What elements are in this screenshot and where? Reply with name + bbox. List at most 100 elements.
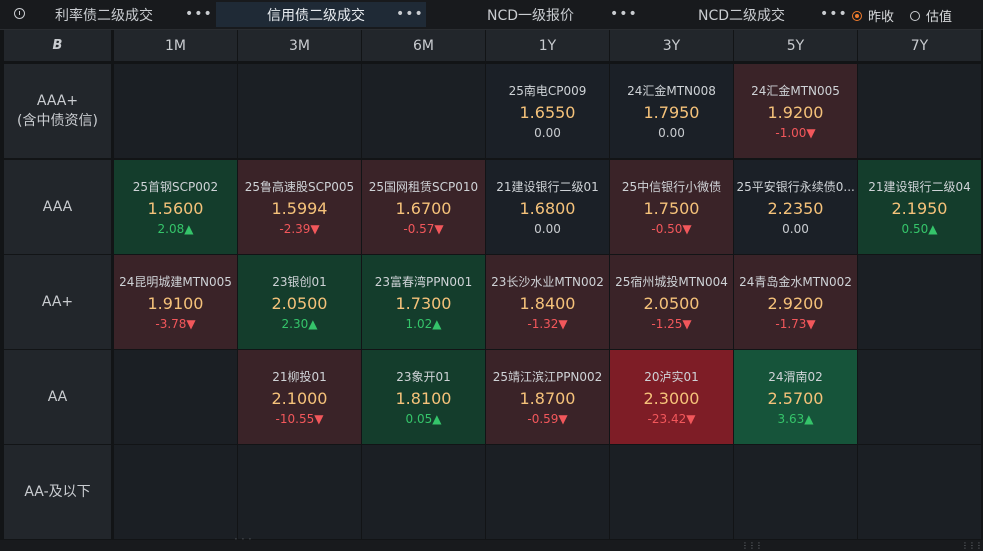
radio-prev-close-label[interactable]: 昨收 bbox=[868, 6, 894, 25]
row-header: AAA bbox=[4, 160, 111, 254]
bond-change: 0.00 bbox=[534, 222, 561, 236]
bond-cell[interactable]: 20泸实01 2.3000 -23.42▼ bbox=[610, 350, 733, 444]
bond-yield: 2.0500 bbox=[643, 294, 700, 313]
bond-name: 24青岛金水MTN002 bbox=[739, 275, 852, 289]
empty-cell bbox=[734, 445, 857, 539]
column-header-3y: 3Y bbox=[610, 30, 733, 61]
empty-cell bbox=[486, 445, 609, 539]
bond-yield: 2.9200 bbox=[767, 294, 824, 313]
bond-yield: 1.6550 bbox=[519, 103, 576, 122]
empty-cell bbox=[858, 64, 981, 158]
bond-cell[interactable]: 23长沙水业MTN002 1.8400 -1.32▼ bbox=[486, 255, 609, 349]
empty-cell bbox=[858, 445, 981, 539]
info-icon[interactable] bbox=[14, 8, 25, 19]
bond-cell[interactable]: 25宿州城投MTN004 2.0500 -1.25▼ bbox=[610, 255, 733, 349]
more-options-icon[interactable]: ••• bbox=[185, 6, 213, 22]
bond-name: 23银创01 bbox=[272, 275, 327, 289]
bond-change: -1.32▼ bbox=[527, 317, 568, 331]
bond-cell[interactable]: 25中信银行小微债 1.7500 -0.50▼ bbox=[610, 160, 733, 254]
empty-cell bbox=[858, 255, 981, 349]
bond-yield: 1.6700 bbox=[395, 199, 452, 218]
radio-valuation-label[interactable]: 估值 bbox=[926, 6, 952, 25]
bond-change: 0.00 bbox=[782, 222, 809, 236]
more-options-icon[interactable]: ••• bbox=[820, 6, 848, 22]
bond-name: 24渭南02 bbox=[768, 370, 823, 384]
bond-change: 0.05▲ bbox=[405, 412, 442, 426]
bond-yield: 2.1950 bbox=[891, 199, 948, 218]
row-header: AAA+ (含中债资信) bbox=[4, 64, 111, 158]
bond-name: 24汇金MTN008 bbox=[627, 84, 716, 98]
bond-cell[interactable]: 21建设银行二级01 1.6800 0.00 bbox=[486, 160, 609, 254]
empty-cell bbox=[114, 350, 237, 444]
tab-ncd-primary-quote[interactable]: NCD一级报价 ••• bbox=[487, 2, 637, 27]
bond-change: 0.00 bbox=[658, 126, 685, 140]
tab-label: NCD二级成交 bbox=[698, 7, 786, 24]
row-header-label: AA bbox=[47, 389, 68, 405]
bond-cell[interactable]: 24汇金MTN008 1.7950 0.00 bbox=[610, 64, 733, 158]
column-resize-handle[interactable]: ⋮⋮⋮ bbox=[741, 541, 763, 550]
row-header-label: AAA+ bbox=[36, 93, 79, 109]
bond-yield: 1.8700 bbox=[519, 389, 576, 408]
bond-change: -1.00▼ bbox=[775, 126, 816, 140]
bond-cell[interactable]: 25国网租赁SCP010 1.6700 -0.57▼ bbox=[362, 160, 485, 254]
bond-cell[interactable]: 21建设银行二级04 2.1950 0.50▲ bbox=[858, 160, 981, 254]
bond-yield: 1.5994 bbox=[271, 199, 328, 218]
empty-cell bbox=[114, 64, 237, 158]
bond-cell[interactable]: 24渭南02 2.5700 3.63▲ bbox=[734, 350, 857, 444]
bond-yield: 2.2350 bbox=[767, 199, 824, 218]
bond-change: 1.02▲ bbox=[405, 317, 442, 331]
bond-cell[interactable]: 25鲁高速股SCP005 1.5994 -2.39▼ bbox=[238, 160, 361, 254]
bond-name: 24汇金MTN005 bbox=[751, 84, 840, 98]
column-header-5y: 5Y bbox=[734, 30, 857, 61]
empty-cell bbox=[362, 445, 485, 539]
tab-label: NCD一级报价 bbox=[487, 7, 575, 24]
bond-change: 0.50▲ bbox=[901, 222, 938, 236]
bond-cell[interactable]: 25靖江滨江PPN002 1.8700 -0.59▼ bbox=[486, 350, 609, 444]
bond-change: -2.39▼ bbox=[279, 222, 320, 236]
more-options-icon[interactable]: ••• bbox=[610, 6, 638, 22]
tab-bar: 利率债二级成交 ••• 信用债二级成交 ••• NCD一级报价 ••• NCD二… bbox=[0, 0, 983, 30]
row-header-label: AA-及以下 bbox=[24, 484, 91, 500]
bond-name: 21柳投01 bbox=[272, 370, 327, 384]
bond-name: 23富春湾PPN001 bbox=[374, 275, 473, 289]
bond-name: 20泸实01 bbox=[644, 370, 699, 384]
bond-change: 0.00 bbox=[534, 126, 561, 140]
bond-yield: 1.9200 bbox=[767, 103, 824, 122]
bond-name: 21建设银行二级04 bbox=[868, 180, 971, 194]
bond-cell[interactable]: 21柳投01 2.1000 -10.55▼ bbox=[238, 350, 361, 444]
tab-credit-bond-secondary[interactable]: 信用债二级成交 ••• bbox=[216, 2, 426, 27]
bond-cell[interactable]: 24汇金MTN005 1.9200 -1.00▼ bbox=[734, 64, 857, 158]
row-header-sublabel: (含中债资信) bbox=[17, 113, 98, 129]
column-header-7y: 7Y bbox=[858, 30, 981, 61]
bond-change: -10.55▼ bbox=[275, 412, 324, 426]
radio-prev-close[interactable] bbox=[852, 10, 862, 21]
row-header-label: AA+ bbox=[41, 294, 74, 310]
empty-cell bbox=[610, 445, 733, 539]
empty-cell bbox=[362, 64, 485, 158]
tab-rate-bond-secondary[interactable]: 利率债二级成交 ••• bbox=[55, 2, 215, 27]
column-resize-handle-right[interactable]: ⋮⋮⋮ bbox=[961, 541, 983, 550]
empty-cell bbox=[858, 350, 981, 444]
tab-ncd-secondary[interactable]: NCD二级成交 ••• bbox=[698, 2, 847, 27]
row-header: AA-及以下 bbox=[4, 445, 111, 539]
empty-cell bbox=[238, 64, 361, 158]
bond-cell[interactable]: 25南电CP009 1.6550 0.00 bbox=[486, 64, 609, 158]
bond-name: 25平安银行永续债0... bbox=[736, 180, 855, 194]
column-header-1m: 1M bbox=[114, 30, 237, 61]
bond-cell[interactable]: 23银创01 2.0500 2.30▲ bbox=[238, 255, 361, 349]
bond-change: -23.42▼ bbox=[647, 412, 696, 426]
more-options-icon[interactable]: ••• bbox=[396, 6, 424, 22]
bond-cell[interactable]: 23象开01 1.8100 0.05▲ bbox=[362, 350, 485, 444]
bond-yield: 1.8400 bbox=[519, 294, 576, 313]
bond-cell[interactable]: 25平安银行永续债0... 2.2350 0.00 bbox=[734, 160, 857, 254]
bond-change: -0.57▼ bbox=[403, 222, 444, 236]
bond-cell[interactable]: 23富春湾PPN001 1.7300 1.02▲ bbox=[362, 255, 485, 349]
bond-yield: 1.8100 bbox=[395, 389, 452, 408]
bond-cell[interactable]: 25首钢SCP002 1.5600 2.08▲ bbox=[114, 160, 237, 254]
bond-cell[interactable]: 24青岛金水MTN002 2.9200 -1.73▼ bbox=[734, 255, 857, 349]
bond-change: -0.50▼ bbox=[651, 222, 692, 236]
radio-valuation[interactable] bbox=[910, 10, 921, 21]
bond-yield: 2.1000 bbox=[271, 389, 328, 408]
empty-cell bbox=[114, 445, 237, 539]
bond-cell[interactable]: 24昆明城建MTN005 1.9100 -3.78▼ bbox=[114, 255, 237, 349]
